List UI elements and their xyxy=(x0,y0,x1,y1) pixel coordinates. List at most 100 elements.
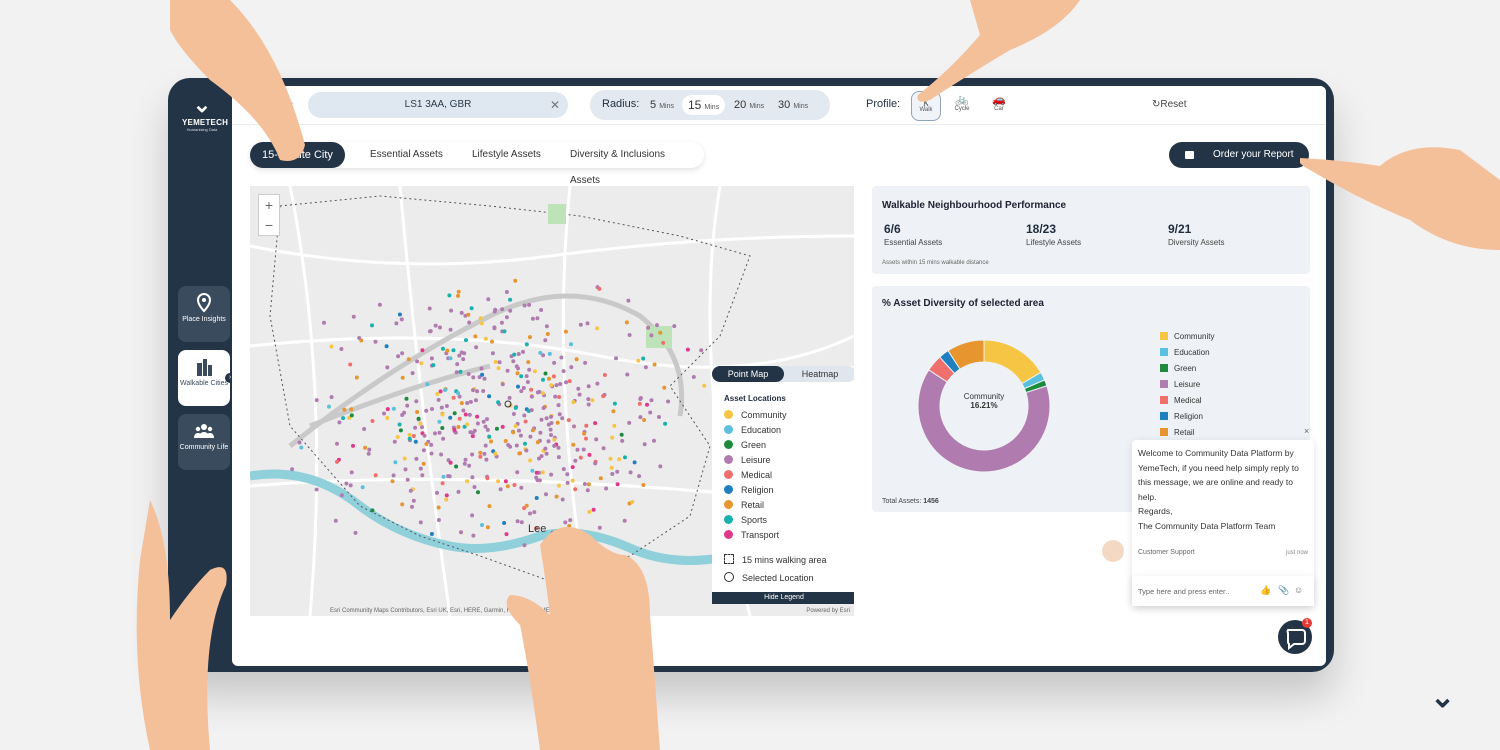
tab-diversity-assets[interactable]: Diversity & Inclusions Assets xyxy=(558,142,704,186)
asset-point xyxy=(385,416,390,420)
asset-point xyxy=(637,401,642,406)
asset-point xyxy=(415,359,420,364)
asset-point xyxy=(359,338,364,343)
asset-point xyxy=(429,442,434,447)
asset-point xyxy=(465,422,470,427)
asset-point xyxy=(459,310,464,315)
asset-point xyxy=(573,487,578,492)
reset-button[interactable]: ↻Reset xyxy=(1152,99,1187,110)
asset-point xyxy=(662,385,667,390)
attachment-icon[interactable]: 📎 xyxy=(1278,585,1289,596)
pointing-hand-right xyxy=(1300,147,1500,250)
asset-point xyxy=(601,394,606,399)
nav-walkable-cities[interactable]: Walkable Cities xyxy=(178,350,230,406)
asset-point xyxy=(470,475,475,480)
asset-point xyxy=(435,392,440,396)
asset-point xyxy=(429,532,434,536)
asset-point xyxy=(535,316,540,321)
asset-point xyxy=(414,399,419,404)
asset-point xyxy=(344,481,349,486)
hide-legend-button[interactable]: Hide Legend xyxy=(712,592,854,604)
donut-legend-religion: Religion xyxy=(1160,412,1203,421)
asset-point xyxy=(661,340,666,345)
asset-point xyxy=(519,374,524,379)
nav-community-life[interactable]: Community Life xyxy=(178,414,230,470)
asset-point xyxy=(466,372,471,376)
asset-point xyxy=(427,306,432,311)
radius-option-20[interactable]: 20 Mins xyxy=(728,95,770,115)
park xyxy=(646,326,672,348)
asset-point xyxy=(642,442,647,447)
asset-point xyxy=(586,384,591,389)
asset-point xyxy=(474,345,479,350)
asset-point xyxy=(530,468,535,473)
radius-option-15[interactable]: 15 Mins xyxy=(682,95,726,115)
chat-input[interactable]: Type here and press enter.. 👍 📎 ☺ xyxy=(1132,576,1314,606)
donut-legend-leisure: Leisure xyxy=(1160,380,1200,389)
order-report-button[interactable]: Order your Report xyxy=(1169,142,1309,168)
asset-point xyxy=(524,374,529,379)
asset-point xyxy=(429,356,434,361)
address-field[interactable]: LS1 3AA, GBR ✕ xyxy=(308,92,568,118)
tab-essential-assets[interactable]: Essential Assets xyxy=(358,142,455,168)
heatmap-toggle[interactable]: Heatmap xyxy=(784,366,854,382)
asset-point xyxy=(480,372,485,377)
asset-point xyxy=(473,334,478,339)
asset-point xyxy=(403,467,408,472)
diversity-title: % Asset Diversity of selected area xyxy=(882,298,1044,309)
thumbs-up-icon[interactable]: 👍 xyxy=(1260,585,1271,596)
tab-lifestyle-assets[interactable]: Lifestyle Assets xyxy=(460,142,553,168)
asset-point xyxy=(556,403,561,408)
asset-point xyxy=(602,373,607,377)
asset-point xyxy=(620,438,625,443)
asset-point xyxy=(610,472,615,476)
asset-point xyxy=(437,430,442,435)
buildings-icon xyxy=(197,359,212,376)
clear-icon[interactable]: ✕ xyxy=(550,92,560,118)
asset-point xyxy=(465,401,470,405)
radius-option-5[interactable]: 5 Mins xyxy=(644,95,680,115)
asset-point xyxy=(500,424,505,429)
asset-point xyxy=(489,439,494,444)
asset-point xyxy=(348,362,353,367)
emoji-icon[interactable]: ☺ xyxy=(1294,585,1303,595)
zoom-in-button[interactable]: + xyxy=(259,195,279,215)
asset-point xyxy=(524,448,529,453)
asset-point xyxy=(498,487,503,492)
asset-point xyxy=(478,450,483,455)
asset-point xyxy=(628,470,633,475)
point-map-toggle[interactable]: Point Map xyxy=(712,366,784,382)
asset-point xyxy=(483,443,488,448)
asset-point xyxy=(443,388,447,392)
zoom-out-button[interactable]: − xyxy=(259,215,279,235)
asset-point xyxy=(457,353,462,358)
legend-dot-icon xyxy=(724,410,733,419)
asset-point xyxy=(413,425,418,430)
profile-label: Profile: xyxy=(866,98,901,110)
asset-point xyxy=(527,335,532,340)
asset-point xyxy=(393,460,398,465)
asset-point xyxy=(366,451,371,456)
asset-point xyxy=(552,437,557,442)
asset-point xyxy=(385,407,390,412)
asset-point xyxy=(354,375,359,380)
stat-essential: 6/6 Essential Assets xyxy=(884,222,943,247)
support-avatar xyxy=(1102,540,1124,562)
asset-point xyxy=(597,286,602,291)
asset-point xyxy=(535,440,540,445)
asset-point xyxy=(370,419,375,423)
chat-close-button[interactable]: × xyxy=(1304,426,1309,436)
asset-point xyxy=(467,320,472,325)
chat-sender: Customer Support xyxy=(1138,549,1195,556)
asset-point xyxy=(456,391,461,396)
nav-place-insights[interactable]: Place Insights xyxy=(178,286,230,342)
asset-point xyxy=(496,366,501,371)
asset-point xyxy=(534,475,539,480)
asset-point xyxy=(663,421,668,426)
asset-point xyxy=(419,361,424,366)
asset-point xyxy=(397,422,402,427)
asset-point xyxy=(528,458,533,463)
asset-point xyxy=(440,412,445,417)
asset-point xyxy=(335,459,339,464)
radius-option-30[interactable]: 30 Mins xyxy=(772,95,814,115)
